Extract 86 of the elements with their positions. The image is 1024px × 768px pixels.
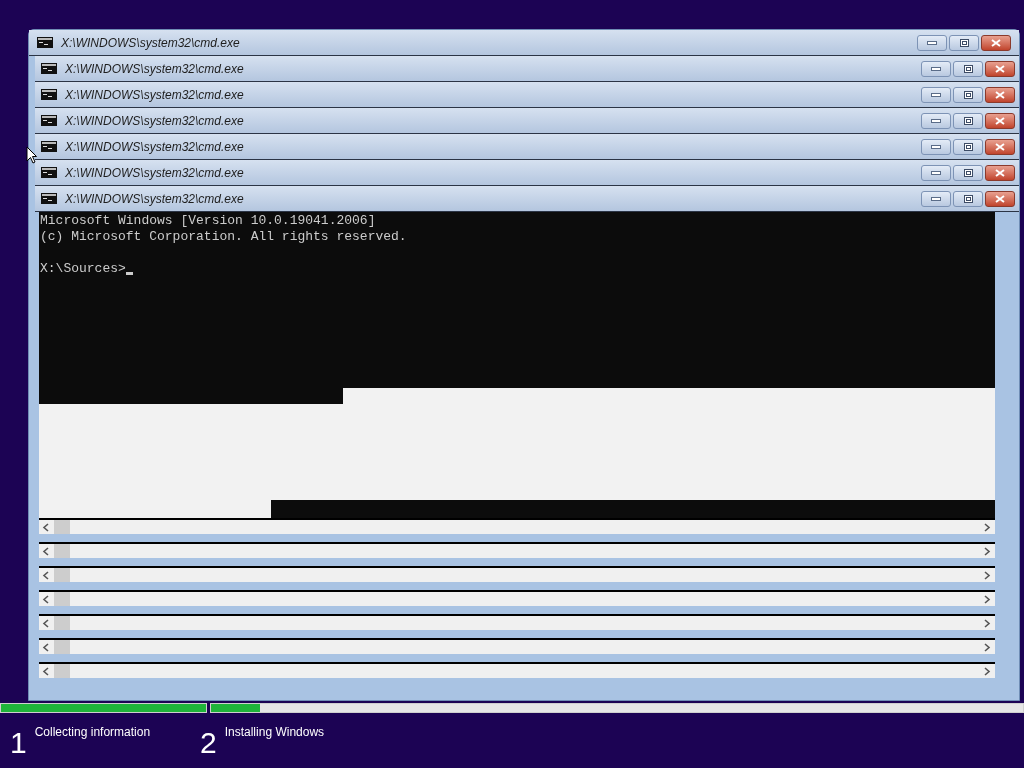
scroll-thumb[interactable] xyxy=(54,640,70,654)
minimize-button[interactable] xyxy=(921,60,951,77)
scroll-right-icon xyxy=(983,642,991,652)
maximize-button[interactable] xyxy=(953,86,983,103)
scroll-left-icon xyxy=(42,666,50,676)
scroll-right-icon xyxy=(983,546,991,556)
minimize-icon xyxy=(931,196,941,201)
minimize-button[interactable] xyxy=(921,190,951,207)
close-icon xyxy=(995,142,1005,151)
scroll-left-icon xyxy=(42,618,50,628)
minimize-icon xyxy=(927,40,937,45)
step-label: Collecting information xyxy=(34,724,151,741)
maximize-button[interactable] xyxy=(953,138,983,155)
minimize-icon xyxy=(931,92,941,97)
close-button[interactable] xyxy=(985,86,1015,103)
maximize-icon xyxy=(963,64,973,73)
scroll-left-icon xyxy=(42,570,50,580)
console-icon xyxy=(37,37,53,48)
console-icon xyxy=(41,193,57,204)
close-icon xyxy=(991,38,1001,47)
scroll-right-icon xyxy=(983,618,991,628)
console-icon xyxy=(41,89,57,100)
close-button[interactable] xyxy=(985,60,1015,77)
close-icon xyxy=(995,194,1005,203)
minimize-icon xyxy=(931,66,941,71)
maximize-button[interactable] xyxy=(949,34,979,51)
minimize-button[interactable] xyxy=(921,86,951,103)
step-number: 1 xyxy=(10,725,27,761)
scroll-left-icon xyxy=(42,546,50,556)
close-button[interactable] xyxy=(985,190,1015,207)
window-title: X:\WINDOWS\system32\cmd.exe xyxy=(61,34,240,52)
window-title: X:\WINDOWS\system32\cmd.exe xyxy=(65,86,244,104)
console-icon xyxy=(41,141,57,152)
scroll-right-icon xyxy=(983,666,991,676)
minimize-icon xyxy=(931,170,941,175)
window-title: X:\WINDOWS\system32\cmd.exe xyxy=(65,190,244,208)
minimize-icon xyxy=(931,118,941,123)
minimize-button[interactable] xyxy=(921,164,951,181)
minimize-button[interactable] xyxy=(921,112,951,129)
scroll-thumb[interactable] xyxy=(54,616,70,630)
maximize-icon xyxy=(963,142,973,151)
close-button[interactable] xyxy=(985,138,1015,155)
text-cursor xyxy=(125,272,133,275)
window-title: X:\WINDOWS\system32\cmd.exe xyxy=(65,112,244,130)
scroll-left-icon xyxy=(42,642,50,652)
console-icon xyxy=(41,115,57,126)
step-number: 2 xyxy=(200,725,217,761)
maximize-button[interactable] xyxy=(953,190,983,207)
console-icon xyxy=(41,167,57,178)
maximize-icon xyxy=(963,90,973,99)
close-icon xyxy=(995,90,1005,99)
close-button[interactable] xyxy=(985,164,1015,181)
close-icon xyxy=(995,64,1005,73)
console-line: (c) Microsoft Corporation. All rights reserved. xyxy=(40,229,408,245)
scroll-thumb[interactable] xyxy=(54,544,70,558)
window-title: X:\WINDOWS\system32\cmd.exe xyxy=(65,138,244,156)
console-line: Microsoft Windows [Version 10.0.19041.2006] xyxy=(40,213,377,229)
maximize-icon xyxy=(959,38,969,47)
maximize-button[interactable] xyxy=(953,60,983,77)
maximize-button[interactable] xyxy=(953,164,983,181)
console-icon xyxy=(41,63,57,74)
scroll-thumb[interactable] xyxy=(54,520,70,534)
window-title: X:\WINDOWS\system32\cmd.exe xyxy=(65,164,244,182)
maximize-icon xyxy=(963,194,973,203)
scroll-thumb[interactable] xyxy=(54,664,70,678)
scroll-right-icon xyxy=(983,522,991,532)
close-button[interactable] xyxy=(981,34,1011,51)
maximize-button[interactable] xyxy=(953,112,983,129)
scroll-left-icon xyxy=(42,522,50,532)
minimize-button[interactable] xyxy=(917,34,947,51)
scroll-thumb[interactable] xyxy=(54,592,70,606)
minimize-button[interactable] xyxy=(921,138,951,155)
close-icon xyxy=(995,116,1005,125)
mouse-pointer-icon xyxy=(26,146,37,164)
close-icon xyxy=(995,168,1005,177)
scroll-left-icon xyxy=(42,594,50,604)
scroll-right-icon xyxy=(983,570,991,580)
scroll-right-icon xyxy=(983,594,991,604)
command-prompt: X:\Sources> xyxy=(40,261,126,277)
scroll-thumb[interactable] xyxy=(54,568,70,582)
window-title: X:\WINDOWS\system32\cmd.exe xyxy=(65,60,244,78)
minimize-icon xyxy=(931,144,941,149)
maximize-icon xyxy=(963,168,973,177)
step-label: Installing Windows xyxy=(224,724,325,741)
maximize-icon xyxy=(963,116,973,125)
close-button[interactable] xyxy=(985,112,1015,129)
